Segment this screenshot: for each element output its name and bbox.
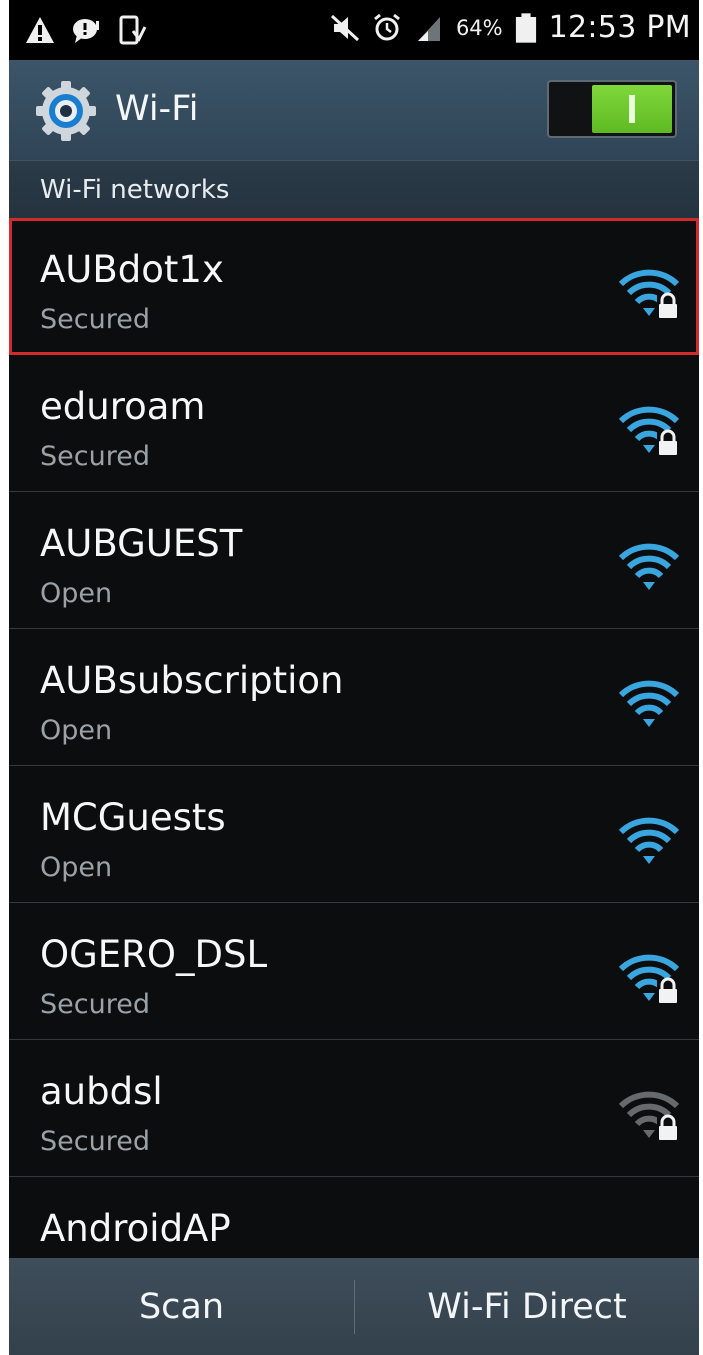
network-row-aubguest[interactable]: AUBGUEST Open (9, 492, 699, 629)
phone-download-icon (119, 15, 147, 45)
wifi-direct-button[interactable]: Wi-Fi Direct (355, 1258, 699, 1355)
battery-percent: 64% (455, 15, 503, 40)
network-status: Secured (40, 304, 150, 335)
network-name: OGERO_DSL (40, 933, 268, 976)
status-bar: 64% 12:53 PM (9, 0, 699, 60)
network-status: Secured (40, 441, 150, 472)
section-title: Wi-Fi networks (40, 175, 230, 205)
wifi-locked-icon (618, 954, 680, 1003)
network-status: Open (40, 715, 113, 746)
wifi-locked-icon (618, 406, 680, 455)
wifi-icon (618, 817, 680, 864)
battery-icon (515, 12, 536, 43)
network-row-mcguests[interactable]: MCGuests Open (9, 766, 699, 903)
message-icon (73, 19, 99, 43)
settings-gear-icon[interactable] (35, 80, 97, 142)
network-name: eduroam (40, 385, 206, 428)
alarm-icon (374, 13, 400, 40)
network-status: Secured (40, 1126, 150, 1157)
network-status: Secured (40, 989, 150, 1020)
signal-icon (417, 16, 440, 41)
network-row-eduroam[interactable]: eduroam Secured (9, 355, 699, 492)
network-row-ogero-dsl[interactable]: OGERO_DSL Secured (9, 903, 699, 1040)
status-clock: 12:53 PM (548, 10, 691, 45)
wifi-toggle[interactable] (547, 80, 677, 138)
network-status: Open (40, 852, 113, 883)
scan-button[interactable]: Scan (9, 1258, 354, 1355)
network-name: AUBdot1x (40, 248, 224, 291)
wifi-icon (618, 543, 680, 590)
network-name: MCGuests (40, 796, 226, 839)
mute-icon (330, 14, 359, 41)
network-status: Open (40, 578, 113, 609)
wifi-icon (618, 680, 680, 727)
network-name: aubdsl (40, 1070, 163, 1113)
section-header: Wi-Fi networks (9, 160, 699, 219)
wifi-locked-icon (618, 269, 680, 318)
warning-icon (26, 17, 54, 43)
phone-screen: 64% 12:53 PM Wi-Fi Wi-Fi networks AUBdot… (9, 0, 699, 1355)
network-name: AUBsubscription (40, 659, 344, 702)
network-row-aubdsl[interactable]: aubdsl Secured (9, 1040, 699, 1177)
network-row-aubsubscription[interactable]: AUBsubscription Open (9, 629, 699, 766)
network-row-aubdot1x[interactable]: AUBdot1x Secured (9, 218, 699, 355)
toggle-knob (592, 85, 672, 133)
bottom-action-bar: Scan Wi-Fi Direct (9, 1258, 699, 1355)
action-bar: Wi-Fi (9, 60, 699, 160)
wifi-locked-icon (618, 1091, 680, 1140)
network-name: AUBGUEST (40, 522, 243, 565)
network-name: AndroidAP (40, 1207, 231, 1250)
page-title: Wi-Fi (115, 89, 199, 129)
network-list: AUBdot1x Secured eduroam Secured AUBGUES… (9, 218, 699, 1314)
